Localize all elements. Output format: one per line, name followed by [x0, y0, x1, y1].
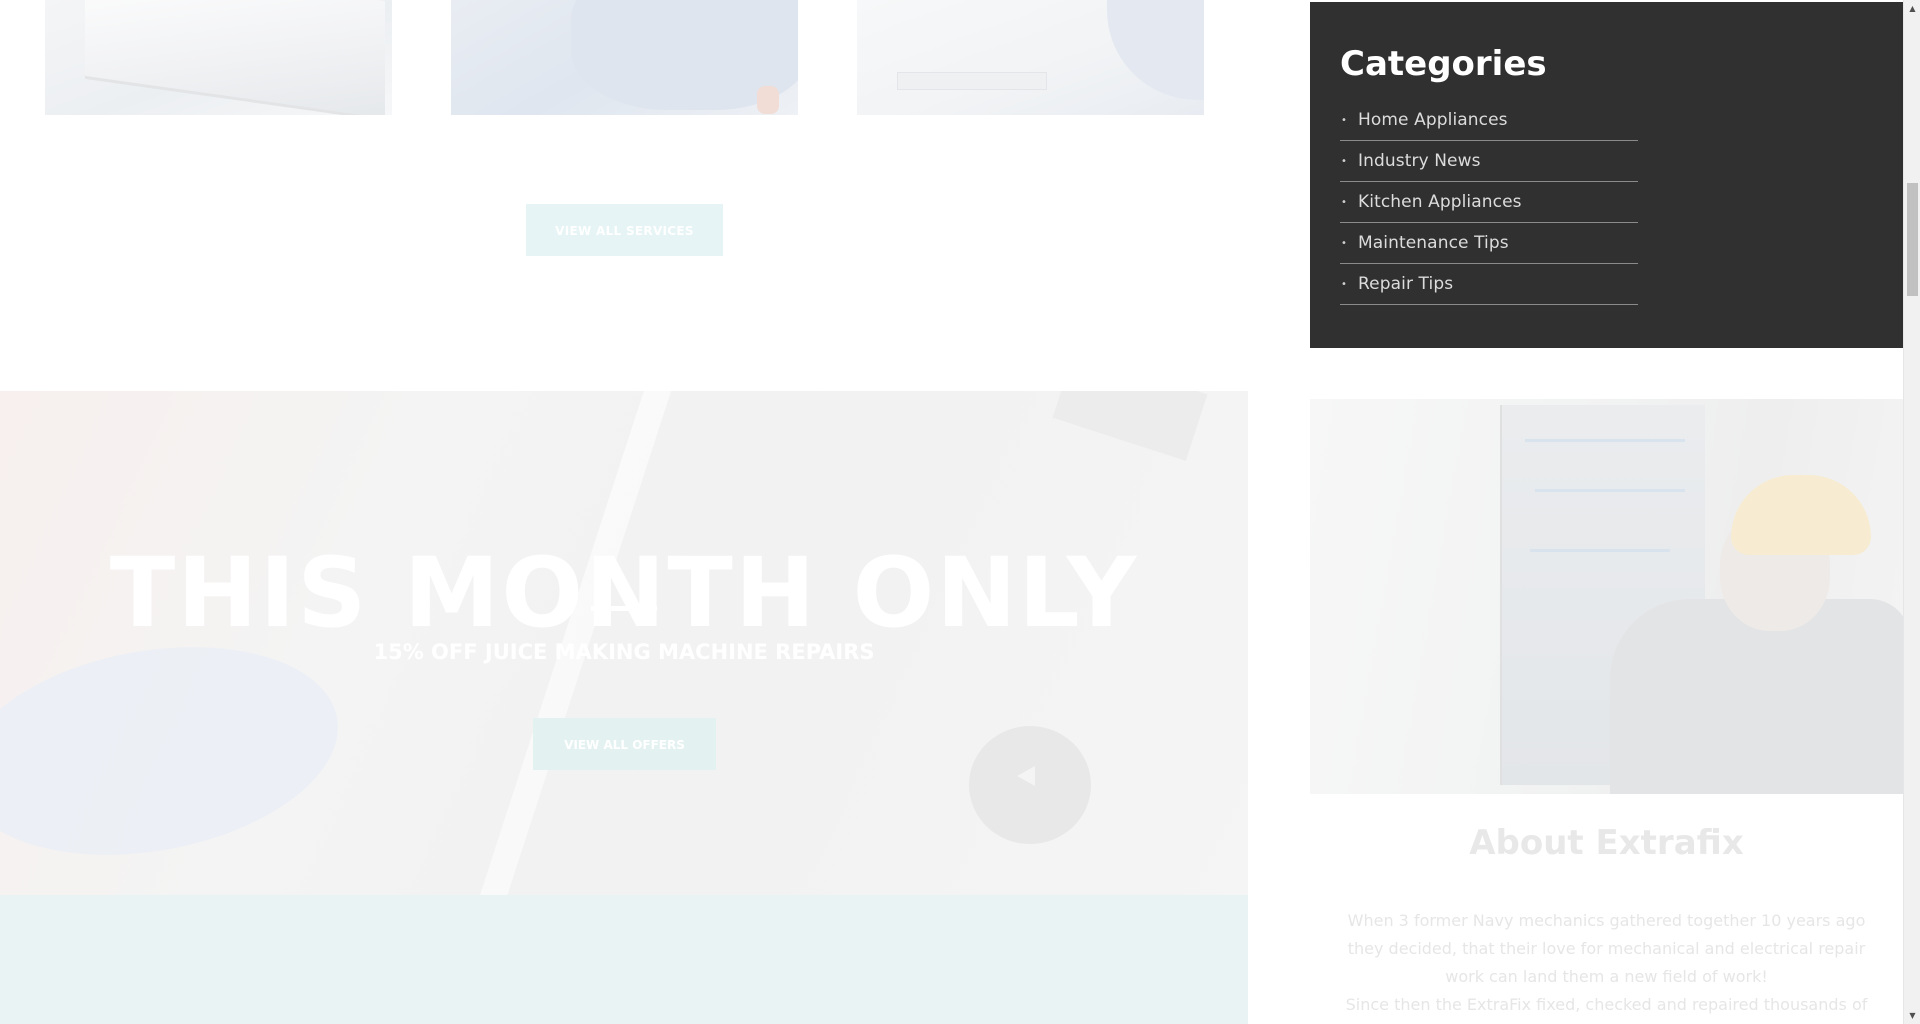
- play-triangle-icon: [1017, 766, 1035, 786]
- about-electrician-image: [1310, 399, 1903, 794]
- service-thumbnail-2[interactable]: [451, 0, 798, 115]
- category-item-industry-news[interactable]: • Industry News: [1340, 141, 1638, 182]
- promo-subtitle: 15% OFF JUICE MAKING MACHINE REPAIRS: [373, 640, 875, 664]
- tool-accent: [757, 86, 779, 114]
- lower-section-band: [0, 895, 1248, 1024]
- bullet-icon: •: [1341, 237, 1347, 249]
- categories-title: Categories: [1340, 44, 1547, 84]
- category-item-home-appliances[interactable]: • Home Appliances: [1340, 100, 1638, 141]
- hard-hat-icon: [1731, 475, 1871, 555]
- bullet-icon: •: [1341, 114, 1347, 126]
- bullet-icon: •: [1341, 155, 1347, 167]
- service-thumbnail-3[interactable]: [857, 0, 1204, 115]
- view-all-offers-button[interactable]: VIEW ALL OFFERS: [533, 718, 716, 770]
- about-text-line-2: Since then the ExtraFix fixed, checked a…: [1345, 995, 1868, 1014]
- category-link[interactable]: Maintenance Tips: [1358, 233, 1509, 253]
- about-text: When 3 former Navy mechanics gathered to…: [1340, 907, 1873, 1019]
- banner-background-stripe: [1052, 391, 1208, 461]
- scroll-up-arrow-icon[interactable]: ▲: [1904, 0, 1920, 17]
- page-scrollbar[interactable]: ▲ ▼: [1903, 0, 1920, 1024]
- category-item-kitchen-appliances[interactable]: • Kitchen Appliances: [1340, 182, 1638, 223]
- promo-banner: THIS MONTH ONLY 15% OFF JUICE MAKING MAC…: [0, 391, 1248, 895]
- service-thumbnail-1[interactable]: [45, 0, 392, 115]
- scrollbar-thumb[interactable]: [1907, 183, 1918, 296]
- wire: [1530, 549, 1670, 552]
- appliance-image: [85, 0, 385, 115]
- about-title: About Extrafix: [1469, 823, 1744, 863]
- device-image: [1107, 0, 1204, 100]
- play-circle-icon[interactable]: [969, 726, 1091, 844]
- bullet-icon: •: [1341, 278, 1347, 290]
- category-link[interactable]: Repair Tips: [1358, 274, 1453, 294]
- about-text-line-1: When 3 former Navy mechanics gathered to…: [1347, 911, 1866, 986]
- promo-divider: [591, 606, 657, 611]
- category-item-maintenance-tips[interactable]: • Maintenance Tips: [1340, 223, 1638, 264]
- categories-widget: Categories • Home Appliances • Industry …: [1310, 2, 1903, 348]
- bullet-icon: •: [1341, 196, 1347, 208]
- categories-list: • Home Appliances • Industry News • Kitc…: [1340, 100, 1638, 305]
- device-base: [897, 72, 1047, 90]
- promo-title: THIS MONTH ONLY: [109, 537, 1139, 650]
- category-link[interactable]: Industry News: [1358, 151, 1481, 171]
- category-item-repair-tips[interactable]: • Repair Tips: [1340, 264, 1638, 305]
- wire: [1535, 489, 1685, 492]
- scroll-down-arrow-icon[interactable]: ▼: [1904, 1007, 1920, 1024]
- wire: [1525, 439, 1685, 442]
- view-all-services-button[interactable]: VIEW ALL SERVICES: [526, 204, 723, 256]
- category-link[interactable]: Home Appliances: [1358, 110, 1508, 130]
- category-link[interactable]: Kitchen Appliances: [1358, 192, 1522, 212]
